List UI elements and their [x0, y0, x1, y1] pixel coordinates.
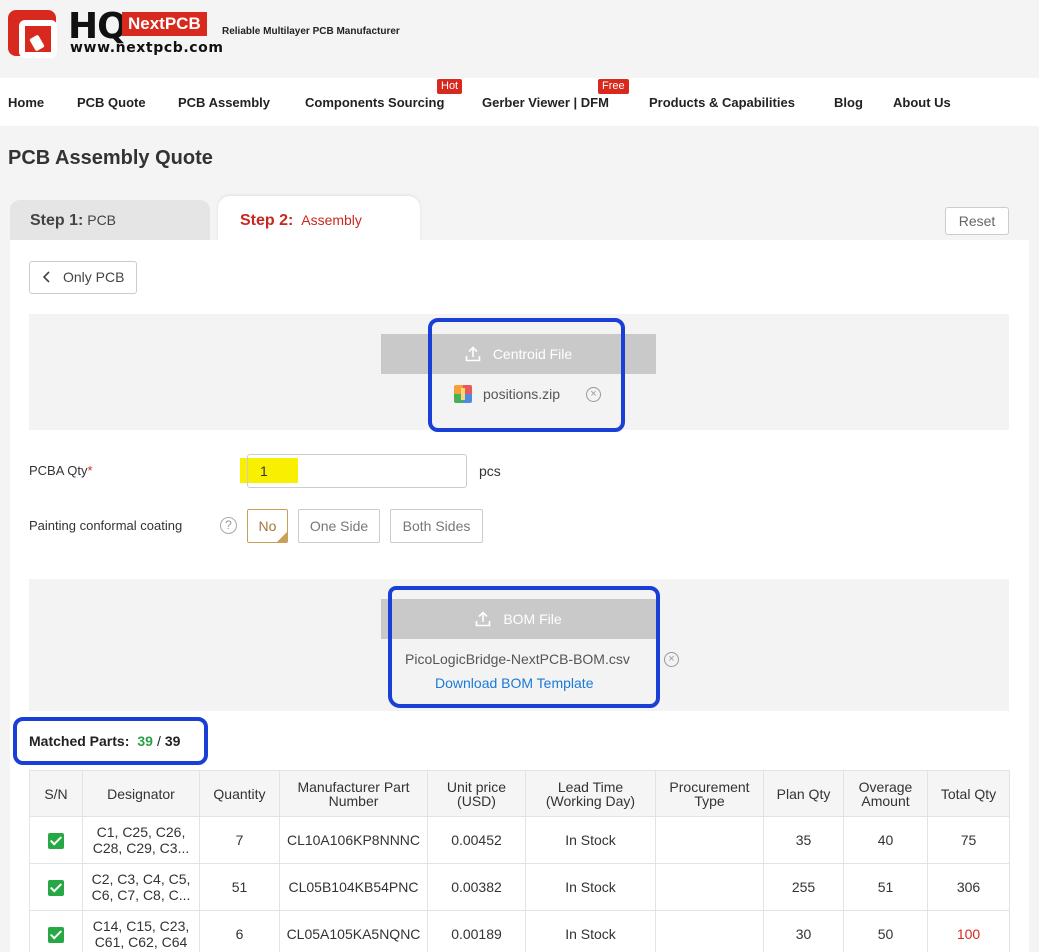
table-header-row: S/N Designator Quantity Manufacturer Par… — [29, 770, 1010, 817]
price-cell: 0.00382 — [427, 863, 526, 911]
logo-nextpcb-text[interactable]: NextPCB — [122, 12, 207, 36]
procurement-cell — [655, 910, 764, 952]
col-header-total-qty: Total Qty — [927, 770, 1010, 817]
col-header-overage: Overage Amount — [843, 770, 928, 817]
plan-qty-cell: 255 — [763, 863, 844, 911]
hq-logo-icon[interactable] — [8, 10, 57, 58]
mpn-cell: CL05B104KB54PNC — [279, 863, 428, 911]
col-header-sn: S/N — [29, 770, 83, 817]
hot-badge: Hot — [437, 79, 463, 94]
overage-cell: 40 — [843, 816, 928, 864]
only-pcb-label: Only PCB — [63, 269, 125, 285]
row-checkbox-cell — [29, 863, 83, 911]
procurement-cell — [655, 816, 764, 864]
tab-step2-step: Step 2: — [240, 212, 294, 229]
main-nav: Home PCB Quote PCB Assembly Components S… — [0, 78, 1039, 126]
tab-step1-label: Step 1: PCB — [30, 212, 116, 230]
tab-step1-pcb[interactable]: Step 1: PCB — [10, 200, 210, 240]
designator-cell: C2, C3, C4, C5, C6, C7, C8, C... — [82, 863, 200, 911]
col-header-mpn: Manufacturer Part Number — [279, 770, 428, 817]
logo-url[interactable]: www.nextpcb.com — [70, 40, 224, 56]
annotation-box-centroid — [428, 318, 625, 432]
help-icon[interactable]: ? — [220, 517, 237, 534]
lead-time-cell: In Stock — [525, 910, 656, 952]
col-header-plan-qty: Plan Qty — [763, 770, 844, 817]
nav-gerber-viewer[interactable]: Gerber Viewer | DFM Free — [482, 79, 629, 110]
chevron-left-icon — [42, 262, 50, 293]
nav-home[interactable]: Home — [8, 95, 44, 110]
logo-tagline: Reliable Multilayer PCB Manufacturer — [222, 26, 400, 37]
designator-cell: C1, C25, C26, C28, C29, C3... — [82, 816, 200, 864]
total-qty-cell: 75 — [927, 816, 1010, 864]
annotation-box-matched — [13, 717, 208, 765]
nav-about-us[interactable]: About Us — [893, 95, 951, 110]
free-badge: Free — [598, 79, 629, 94]
coating-label: Painting conformal coating — [29, 518, 183, 533]
mpn-cell: CL10A106KP8NNNC — [279, 816, 428, 864]
checkbox-checked-icon[interactable] — [48, 926, 64, 943]
tab-step2-label: Step 2: Assembly — [240, 212, 362, 230]
plan-qty-cell: 30 — [763, 910, 844, 952]
quantity-cell: 6 — [199, 910, 280, 952]
nav-products-capabilities[interactable]: Products & Capabilities — [649, 95, 795, 110]
nav-components-sourcing-label: Components Sourcing — [305, 95, 445, 110]
tab-step1-text: PCB — [87, 212, 117, 228]
table-row: C2, C3, C4, C5, C6, C7, C8, C... 51 CL05… — [29, 863, 1010, 911]
pcs-unit: pcs — [479, 463, 501, 479]
col-header-lead-time: Lead Time (Working Day) — [525, 770, 656, 817]
plan-qty-cell: 35 — [763, 816, 844, 864]
col-header-quantity: Quantity — [199, 770, 280, 817]
nav-pcb-assembly[interactable]: PCB Assembly — [178, 95, 270, 110]
nav-pcb-quote[interactable]: PCB Quote — [77, 95, 146, 110]
total-qty-cell: 100 — [927, 910, 1010, 952]
tab-step2-text: Assembly — [301, 212, 362, 228]
annotation-box-bom — [388, 586, 660, 708]
page-title: PCB Assembly Quote — [8, 147, 213, 169]
total-qty-cell: 306 — [927, 863, 1010, 911]
coating-option-no[interactable]: No — [247, 509, 288, 543]
price-cell: 0.00189 — [427, 910, 526, 952]
nav-components-sourcing[interactable]: Components Sourcing Hot — [305, 79, 463, 110]
col-header-procurement: Procurement Type — [655, 770, 764, 817]
price-cell: 0.00452 — [427, 816, 526, 864]
checkbox-checked-icon[interactable] — [48, 879, 64, 896]
col-header-unit-price: Unit price (USD) — [427, 770, 526, 817]
nav-gerber-viewer-label: Gerber Viewer | DFM — [482, 95, 609, 110]
parts-table: S/N Designator Quantity Manufacturer Par… — [29, 770, 1010, 952]
overage-cell: 50 — [843, 910, 928, 952]
reset-button[interactable]: Reset — [945, 207, 1009, 235]
overage-cell: 51 — [843, 863, 928, 911]
pcba-qty-label-text: PCBA Qty — [29, 463, 88, 478]
nav-blog[interactable]: Blog — [834, 95, 863, 110]
pcba-qty-input[interactable] — [247, 454, 467, 488]
table-row: C14, C15, C23, C61, C62, C64 6 CL05A105K… — [29, 910, 1010, 952]
coating-option-both-sides[interactable]: Both Sides — [390, 509, 483, 543]
site-header: HQ NextPCB www.nextpcb.com Reliable Mult… — [0, 0, 1039, 78]
row-checkbox-cell — [29, 816, 83, 864]
remove-bom-icon[interactable]: × — [664, 652, 679, 667]
tab-step2-assembly[interactable]: Step 2: Assembly — [218, 196, 420, 242]
tab-step1-step: Step 1: — [30, 212, 84, 229]
quantity-cell: 51 — [199, 863, 280, 911]
lead-time-cell: In Stock — [525, 863, 656, 911]
lead-time-cell: In Stock — [525, 816, 656, 864]
row-checkbox-cell — [29, 910, 83, 952]
pcba-qty-label: PCBA Qty* — [29, 463, 93, 478]
procurement-cell — [655, 863, 764, 911]
table-row: C1, C25, C26, C28, C29, C3... 7 CL10A106… — [29, 816, 1010, 864]
quantity-cell: 7 — [199, 816, 280, 864]
required-mark: * — [87, 463, 93, 478]
coating-option-one-side[interactable]: One Side — [298, 509, 380, 543]
col-header-designator: Designator — [82, 770, 200, 817]
checkbox-checked-icon[interactable] — [48, 832, 64, 849]
mpn-cell: CL05A105KA5NQNC — [279, 910, 428, 952]
only-pcb-button[interactable]: Only PCB — [29, 261, 137, 294]
designator-cell: C14, C15, C23, C61, C62, C64 — [82, 910, 200, 952]
